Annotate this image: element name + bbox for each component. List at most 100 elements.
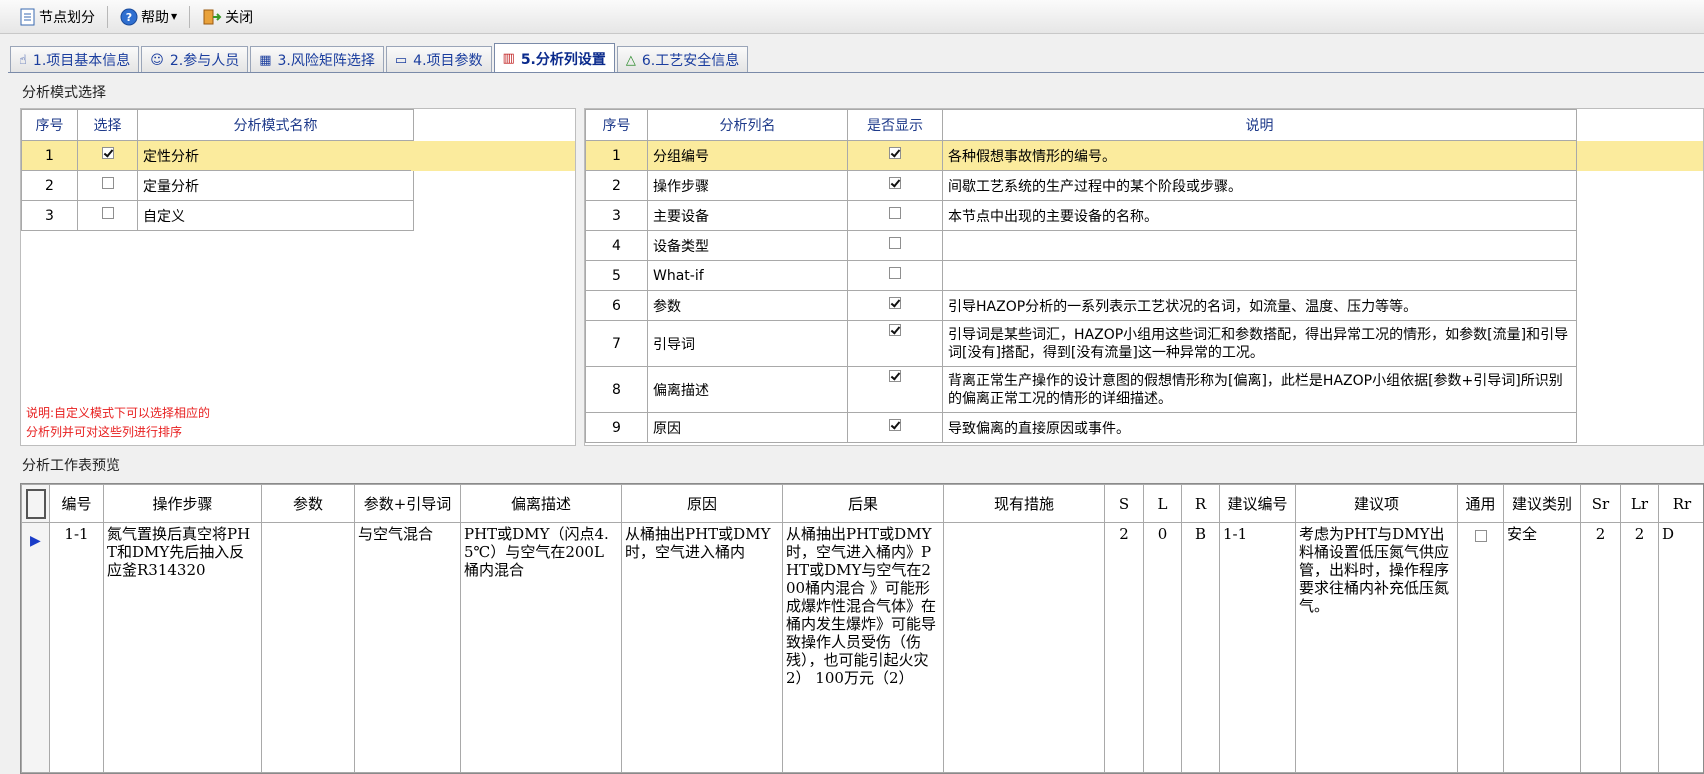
checkbox[interactable] — [889, 324, 901, 336]
column-name: 引导词 — [647, 320, 848, 367]
cell-rr[interactable]: D — [1658, 522, 1703, 773]
document-icon — [20, 8, 35, 25]
cell-s[interactable]: 2 — [1104, 522, 1144, 773]
column-row[interactable]: 3 主要设备 本节点中出现的主要设备的名称。 — [585, 200, 1577, 231]
header-general: 通用 — [1457, 484, 1504, 523]
checkbox[interactable] — [889, 266, 901, 279]
col-header-select: 选择 — [77, 109, 138, 141]
header-sr: Sr — [1580, 484, 1621, 523]
cell-l[interactable]: 0 — [1143, 522, 1182, 773]
show-cell[interactable] — [847, 200, 943, 231]
column-row[interactable]: 1 分组编号 各种假想事故情形的编号。 — [585, 140, 1577, 171]
checkbox[interactable] — [101, 176, 114, 189]
show-cell[interactable] — [847, 290, 943, 321]
show-cell[interactable] — [847, 412, 943, 443]
mode-row-qualitative[interactable]: 1 定性分析 — [21, 140, 414, 171]
tab-analysis-columns[interactable]: ▥ 5.分析列设置 — [493, 43, 615, 73]
mode-select-cell[interactable] — [77, 200, 138, 231]
row-selector[interactable]: ▶ — [21, 522, 50, 773]
tab-label: 6.工艺安全信息 — [641, 53, 740, 69]
checkbox[interactable] — [101, 146, 114, 159]
cell-category[interactable]: 安全 — [1503, 522, 1581, 773]
checkbox[interactable] — [101, 206, 114, 219]
header-rr: Rr — [1658, 484, 1703, 523]
checkbox[interactable] — [889, 296, 901, 309]
column-row[interactable]: 8 偏离描述 背离正常生产操作的设计意图的假想情形称为[偏离]，此栏是HAZOP… — [585, 366, 1577, 413]
column-row[interactable]: 5 What-if — [585, 260, 1577, 291]
mode-select-cell[interactable] — [77, 140, 138, 171]
worksheet-section-title: 分析工作表预览 — [22, 458, 120, 474]
column-row[interactable]: 4 设备类型 — [585, 230, 1577, 261]
column-name: 设备类型 — [647, 230, 848, 261]
row-selector-header[interactable] — [21, 484, 50, 523]
tab-label: 5.分析列设置 — [520, 51, 606, 68]
tab-process-safety[interactable]: △ 6.工艺安全信息 — [616, 46, 749, 73]
node-partition-button[interactable]: 节点划分 — [14, 4, 101, 30]
toolbar-separator — [107, 5, 108, 28]
select-all-box[interactable] — [25, 488, 46, 519]
toolbar-separator — [189, 5, 191, 28]
cell-measures[interactable] — [943, 522, 1105, 773]
column-row[interactable]: 7 引导词 引导词是某些词汇，HAZOP小组用这些词汇和参数搭配，得出异常工况的… — [585, 320, 1577, 367]
show-cell[interactable] — [847, 140, 943, 171]
column-name: 分组编号 — [647, 140, 848, 171]
checkbox[interactable] — [889, 206, 901, 219]
column-description — [942, 230, 1577, 261]
tab-project-params[interactable]: ▭ 4.项目参数 — [385, 46, 492, 73]
column-row[interactable]: 9 原因 导致偏离的直接原因或事件。 — [585, 412, 1577, 443]
tab-project-info[interactable]: ☝ 1.项目基本信息 — [10, 46, 140, 73]
tab-label: 4.项目参数 — [413, 53, 483, 69]
show-cell[interactable] — [847, 320, 943, 367]
column-row[interactable]: 2 操作步骤 间歇工艺系统的生产过程中的某个阶段或步骤。 — [585, 170, 1577, 201]
column-row-no: 3 — [585, 200, 648, 231]
column-description: 背离正常生产操作的设计意图的假想情形称为[偏离]，此栏是HAZOP小组依据[参数… — [942, 366, 1577, 413]
mode-row-no: 3 — [21, 200, 78, 231]
tab-content-border — [8, 72, 1704, 73]
mode-row-quantitative[interactable]: 2 定量分析 — [21, 170, 414, 201]
column-description: 引导词是某些词汇，HAZOP小组用这些词汇和参数搭配，得出异常工况的情形，如参数… — [942, 320, 1577, 367]
cell-deviation[interactable]: PHT或DMY（闪点4.5℃）与空气在200L桶内混合 — [460, 522, 622, 773]
cell-cause[interactable]: 从桶抽出PHT或DMY时，空气进入桶内 — [621, 522, 783, 773]
checkbox[interactable] — [889, 146, 901, 159]
dropdown-arrow-icon: ▼ — [171, 12, 178, 21]
worksheet-row[interactable]: ▶ 1-1 氮气置换后真空将PHT和DMY先后抽入反应釜R314320 与空气混… — [21, 522, 1703, 773]
tab-risk-matrix[interactable]: ▦ 3.风险矩阵选择 — [250, 46, 384, 73]
col-header-mode-name: 分析模式名称 — [137, 109, 414, 141]
show-cell[interactable] — [847, 230, 943, 261]
mode-row-custom[interactable]: 3 自定义 — [21, 200, 414, 231]
header-cause: 原因 — [621, 484, 783, 523]
help-button[interactable]: ? 帮助 ▼ — [114, 4, 183, 30]
tab-label: 1.项目基本信息 — [32, 53, 131, 69]
cell-param[interactable] — [261, 522, 355, 773]
cell-step[interactable]: 氮气置换后真空将PHT和DMY先后抽入反应釜R314320 — [103, 522, 262, 773]
checkbox[interactable] — [889, 370, 901, 382]
mode-section-title: 分析模式选择 — [22, 85, 106, 101]
cell-r[interactable]: B — [1181, 522, 1220, 773]
close-button[interactable]: 关闭 — [196, 4, 259, 30]
cell-consequence[interactable]: 从桶抽出PHT或DMY时，空气进入桶内》PHT或DMY与空气在200桶内混合 》… — [782, 522, 944, 773]
column-row-no: 7 — [585, 320, 648, 367]
cell-general[interactable] — [1457, 522, 1504, 773]
show-cell[interactable] — [847, 366, 943, 413]
header-consequence: 后果 — [782, 484, 944, 523]
mode-select-cell[interactable] — [77, 170, 138, 201]
checkbox[interactable] — [889, 176, 901, 189]
selected-row-extension — [1575, 141, 1703, 171]
checkbox[interactable] — [1474, 530, 1487, 542]
horizontal-splitter[interactable] — [0, 448, 1704, 452]
cell-recommendation[interactable]: 考虑为PHT与DMY出料桶设置低压氮气供应管，出料时，操作程序要求往桶内补充低压… — [1295, 522, 1458, 773]
cell-param-guide[interactable]: 与空气混合 — [354, 522, 461, 773]
cell-rec-no[interactable]: 1-1 — [1219, 522, 1296, 773]
checkbox[interactable] — [889, 236, 901, 249]
cell-lr[interactable]: 2 — [1620, 522, 1659, 773]
checkbox[interactable] — [889, 418, 901, 431]
cell-id[interactable]: 1-1 — [49, 522, 104, 773]
column-row[interactable]: 6 参数 引导HAZOP分析的一系列表示工艺状况的名词，如流量、温度、压力等等。 — [585, 290, 1577, 321]
tab-participants[interactable]: ☺ 2.参与人员 — [141, 46, 249, 73]
cell-sr[interactable]: 2 — [1580, 522, 1621, 773]
col-header-show: 是否显示 — [847, 109, 943, 141]
show-cell[interactable] — [847, 170, 943, 201]
column-row-no: 1 — [585, 140, 648, 171]
mode-grid: 序号 选择 分析模式名称 1 定性分析 2 定量分析 3 自定义 — [20, 108, 576, 446]
show-cell[interactable] — [847, 260, 943, 291]
